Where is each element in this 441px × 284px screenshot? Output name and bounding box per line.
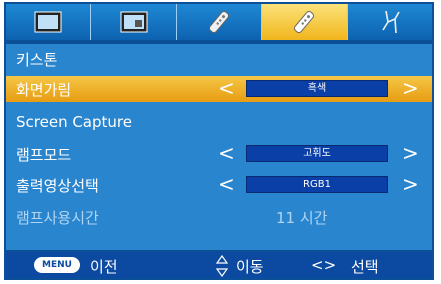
lamp-time-row: 램프사용시간 11 시간 [6, 204, 432, 230]
right-arrow-icon[interactable]: > [402, 77, 419, 99]
picture-icon [34, 11, 62, 33]
output-select-label: 출력영상선택 [16, 177, 99, 195]
remote-icon [208, 10, 230, 34]
select-hint: 선택 [351, 258, 379, 276]
left-arrow-icon[interactable]: < [218, 173, 235, 195]
up-down-arrow-icon [216, 255, 228, 277]
keystone-label: 키스톤 [16, 51, 58, 69]
blank-screen-row[interactable]: 화면가림 < 흑색 > [6, 76, 432, 102]
projector-osd: 키스톤 화면가림 < 흑색 > Screen Capture 램프모드 < 고휘… [0, 0, 441, 284]
right-arrow-icon[interactable]: > [402, 142, 419, 164]
keystone-row[interactable]: 키스톤 [6, 46, 432, 72]
output-select-row[interactable]: 출력영상선택 < RGB1 > [6, 172, 432, 198]
menu-key-badge: MENU [34, 257, 80, 273]
back-hint: 이전 [90, 258, 118, 276]
move-hint: 이동 [236, 258, 264, 276]
screen-icon [120, 11, 148, 33]
menu-panel: 키스톤 화면가림 < 흑색 > Screen Capture 램프모드 < 고휘… [4, 42, 434, 280]
lamp-mode-label: 램프모드 [16, 146, 72, 164]
screen-capture-row[interactable]: Screen Capture [6, 110, 432, 136]
screen-capture-label: Screen Capture [16, 113, 132, 131]
lamp-time-value: 11 시간 [276, 209, 328, 227]
left-arrow-icon[interactable]: < [218, 77, 235, 99]
tab-options[interactable] [262, 4, 348, 40]
footer-help-bar: MENU 이전 이동 <> 선택 [4, 250, 434, 280]
left-right-arrow-icon: <> [311, 256, 337, 274]
lamp-mode-value: 고휘도 [246, 145, 388, 162]
lamp-mode-row[interactable]: 램프모드 < 고휘도 > [6, 141, 432, 167]
left-arrow-icon[interactable]: < [218, 142, 235, 164]
tab-remote[interactable] [177, 4, 263, 40]
blank-screen-value: 흑색 [246, 80, 388, 97]
menu-tab-bar [4, 2, 434, 42]
tab-picture[interactable] [6, 4, 92, 40]
remote-active-icon [294, 10, 315, 34]
blank-screen-label: 화면가림 [16, 81, 72, 99]
lamp-time-label: 램프사용시간 [16, 209, 99, 227]
tab-screen[interactable] [91, 4, 177, 40]
output-select-value: RGB1 [246, 176, 388, 193]
tab-network[interactable] [348, 4, 432, 40]
right-arrow-icon[interactable]: > [402, 173, 419, 195]
network-icon [382, 10, 400, 34]
